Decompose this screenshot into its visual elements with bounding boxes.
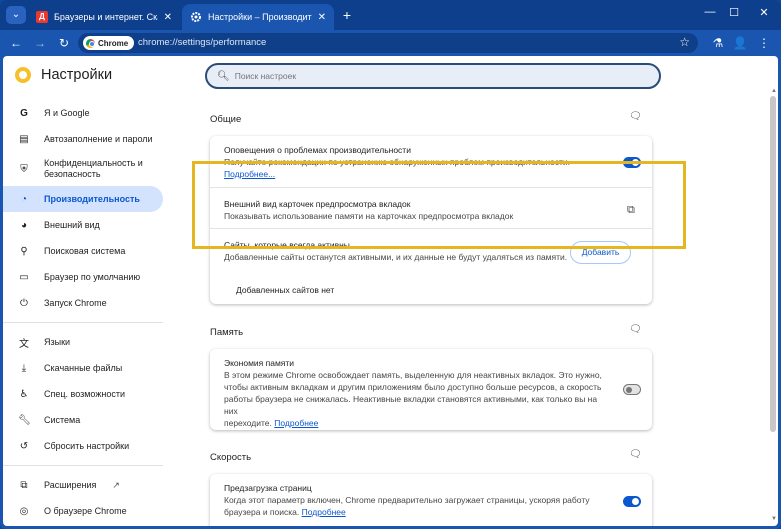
sidebar-item-languages[interactable]: 文 Языки [3,329,163,355]
settings-page: Настройки 🔍︎ GЯ и Google ▤Автозаполнение… [3,56,778,526]
row-description: браузера и поиска. [224,507,300,517]
speed-card: Предзагрузка страниц Когда этот параметр… [210,474,652,526]
row-description: В этом режиме Chrome освобождает память,… [224,370,602,380]
site-favicon: Д [36,11,48,23]
row-title: Оповещения о проблемах производительност… [224,145,411,155]
memory-saver-row: Экономия памяти В этом режиме Chrome осв… [224,358,602,429]
search-icon: ⚲ [20,245,28,257]
section-title-speed: Скорость [210,452,252,463]
row-description: чтобы активным вкладкам и другим приложе… [224,382,602,392]
search-input[interactable] [234,71,635,81]
puzzle-icon: ⧉ [20,479,28,491]
sidebar-item-reset[interactable]: ↺ Сбросить настройки [3,433,163,459]
bookmark-star-icon[interactable]: ☆ [679,35,690,49]
speedometer-icon: ◔ [20,193,28,205]
new-tab-button[interactable]: + [339,7,355,23]
reload-icon[interactable]: ↻ [56,35,72,51]
row-description: переходите. [224,418,272,428]
labs-flask-icon[interactable]: ⚗ [710,35,726,51]
sidebar-nav: GЯ и Google ▤ Автозаполнение и пароли ⛨ Ко… [3,100,173,524]
close-tab-icon[interactable]: ✕ [164,12,172,23]
external-link-icon: ↗ [112,479,120,490]
settings-search[interactable]: 🔍︎ [205,63,661,89]
preload-pages-row: Предзагрузка страниц Когда этот параметр… [224,483,602,518]
page-title: Настройки [41,67,113,83]
sidebar-item-system[interactable]: 🔧︎ Система [3,407,163,433]
sidebar-item-about-chrome[interactable]: ◎ О браузере Chrome [3,498,163,524]
chevron-down-icon: ⌄ [11,9,21,20]
maximize-button[interactable]: ☐ [724,6,744,19]
translate-icon: 文 [19,338,29,350]
minimize-button[interactable]: — [700,6,720,18]
download-icon: ⤓ [21,362,27,374]
chip-label: Chrome [98,38,129,48]
sidebar-item-on-startup[interactable]: ⏻ Запуск Chrome [3,290,163,316]
nav-divider [3,322,163,323]
tab-browsers[interactable]: Д Браузеры и интернет. Скачать ✕ [28,4,180,30]
wrench-icon: 🔧︎ [18,414,31,426]
profile-icon[interactable]: 👤 [732,35,748,51]
feedback-icon[interactable]: 🗨︎ [629,449,642,460]
feedback-icon[interactable]: 🗨︎ [629,111,642,122]
accessibility-icon: ♿︎ [19,388,29,400]
memory-saver-toggle[interactable] [623,384,641,395]
scroll-down-arrow[interactable]: ▼ [771,516,777,522]
highlight-box [192,161,686,249]
learn-more-link[interactable]: Подробнее [302,507,346,517]
feedback-icon[interactable]: 🗨︎ [629,324,642,335]
power-icon: ⏻ [20,297,28,309]
shield-icon: ⛨ [20,163,28,175]
menu-kebab-icon[interactable]: ⋮ [756,35,772,51]
scrollbar-thumb[interactable] [770,96,776,432]
scroll-up-arrow[interactable]: ▲ [771,88,777,94]
tab-strip: ⌄ Д Браузеры и интернет. Скачать ✕ Настр… [0,0,781,30]
tab-settings[interactable]: Настройки – Производительност ✕ [182,4,334,30]
chrome-logo-icon [15,67,31,83]
empty-list-text: Добавленных сайтов нет [236,285,335,295]
site-info-chip[interactable]: Chrome [83,36,135,50]
url-text[interactable]: chrome://settings/performance [138,37,266,48]
no-sites-row: Добавленных сайтов нет [236,284,638,296]
row-title: Предзагрузка страниц [224,483,312,493]
sidebar-item-default-browser[interactable]: ▭ Браузер по умолчанию [3,264,163,290]
tab-title: Браузеры и интернет. Скачать [54,12,158,22]
search-icon: 🔍︎ [217,70,230,82]
forward-arrow-icon[interactable]: → [32,35,48,51]
settings-header: Настройки [15,67,112,83]
palette-icon: ◕ [20,219,28,231]
tab-title: Настройки – Производительност [208,12,312,22]
tab-search-button[interactable]: ⌄ [6,6,26,24]
browser-icon: ▭ [19,271,29,283]
section-title-memory: Память [210,327,244,338]
sidebar-item-search-engine[interactable]: ⚲ Поисковая система [3,238,163,264]
nav-divider [3,465,163,466]
learn-more-link[interactable]: Подробнее [274,418,318,428]
preload-pages-toggle[interactable] [623,496,641,507]
sidebar-item-autofill[interactable]: ▤ Автозаполнение и пароли [3,126,163,152]
chrome-icon [86,38,95,48]
row-title: Экономия памяти [224,358,295,368]
row-description: Когда этот параметр включен, Chrome пред… [224,495,590,505]
memory-card: Экономия памяти В этом режиме Chrome осв… [210,349,652,430]
clipboard-icon: ▤ [19,133,29,145]
sidebar-item-you-and-google[interactable]: GЯ и Google [3,100,163,126]
gear-icon [190,11,202,23]
close-window-button[interactable]: ✕ [754,6,774,19]
sidebar-item-extensions[interactable]: ⧉ Расширения ↗ [3,472,163,498]
back-arrow-icon[interactable]: ← [8,35,24,51]
sidebar-item-accessibility[interactable]: ♿︎ Спец. возможности [3,381,163,407]
address-bar[interactable]: Chrome chrome://settings/performance ☆ [78,33,698,53]
row-description: работы браузера не снижалась. Неактивные… [224,394,598,416]
sidebar-item-downloads[interactable]: ⤓ Скачанные файлы [3,355,163,381]
sidebar-item-appearance[interactable]: ◕ Внешний вид [3,212,163,238]
sidebar-item-performance[interactable]: ◔ Производительность [3,186,163,212]
chrome-icon: ◎ [19,505,29,517]
sidebar-item-privacy[interactable]: ⛨ Конфиденциальность и безопасность [3,152,163,186]
section-title-general: Общие [210,114,242,125]
browser-window: ⌄ Д Браузеры и интернет. Скачать ✕ Настр… [0,0,781,529]
reset-icon: ↺ [19,440,29,452]
google-icon: G [20,107,28,119]
toolbar: ← → ↻ Chrome chrome://settings/performan… [0,30,781,56]
close-tab-icon[interactable]: ✕ [318,12,326,23]
